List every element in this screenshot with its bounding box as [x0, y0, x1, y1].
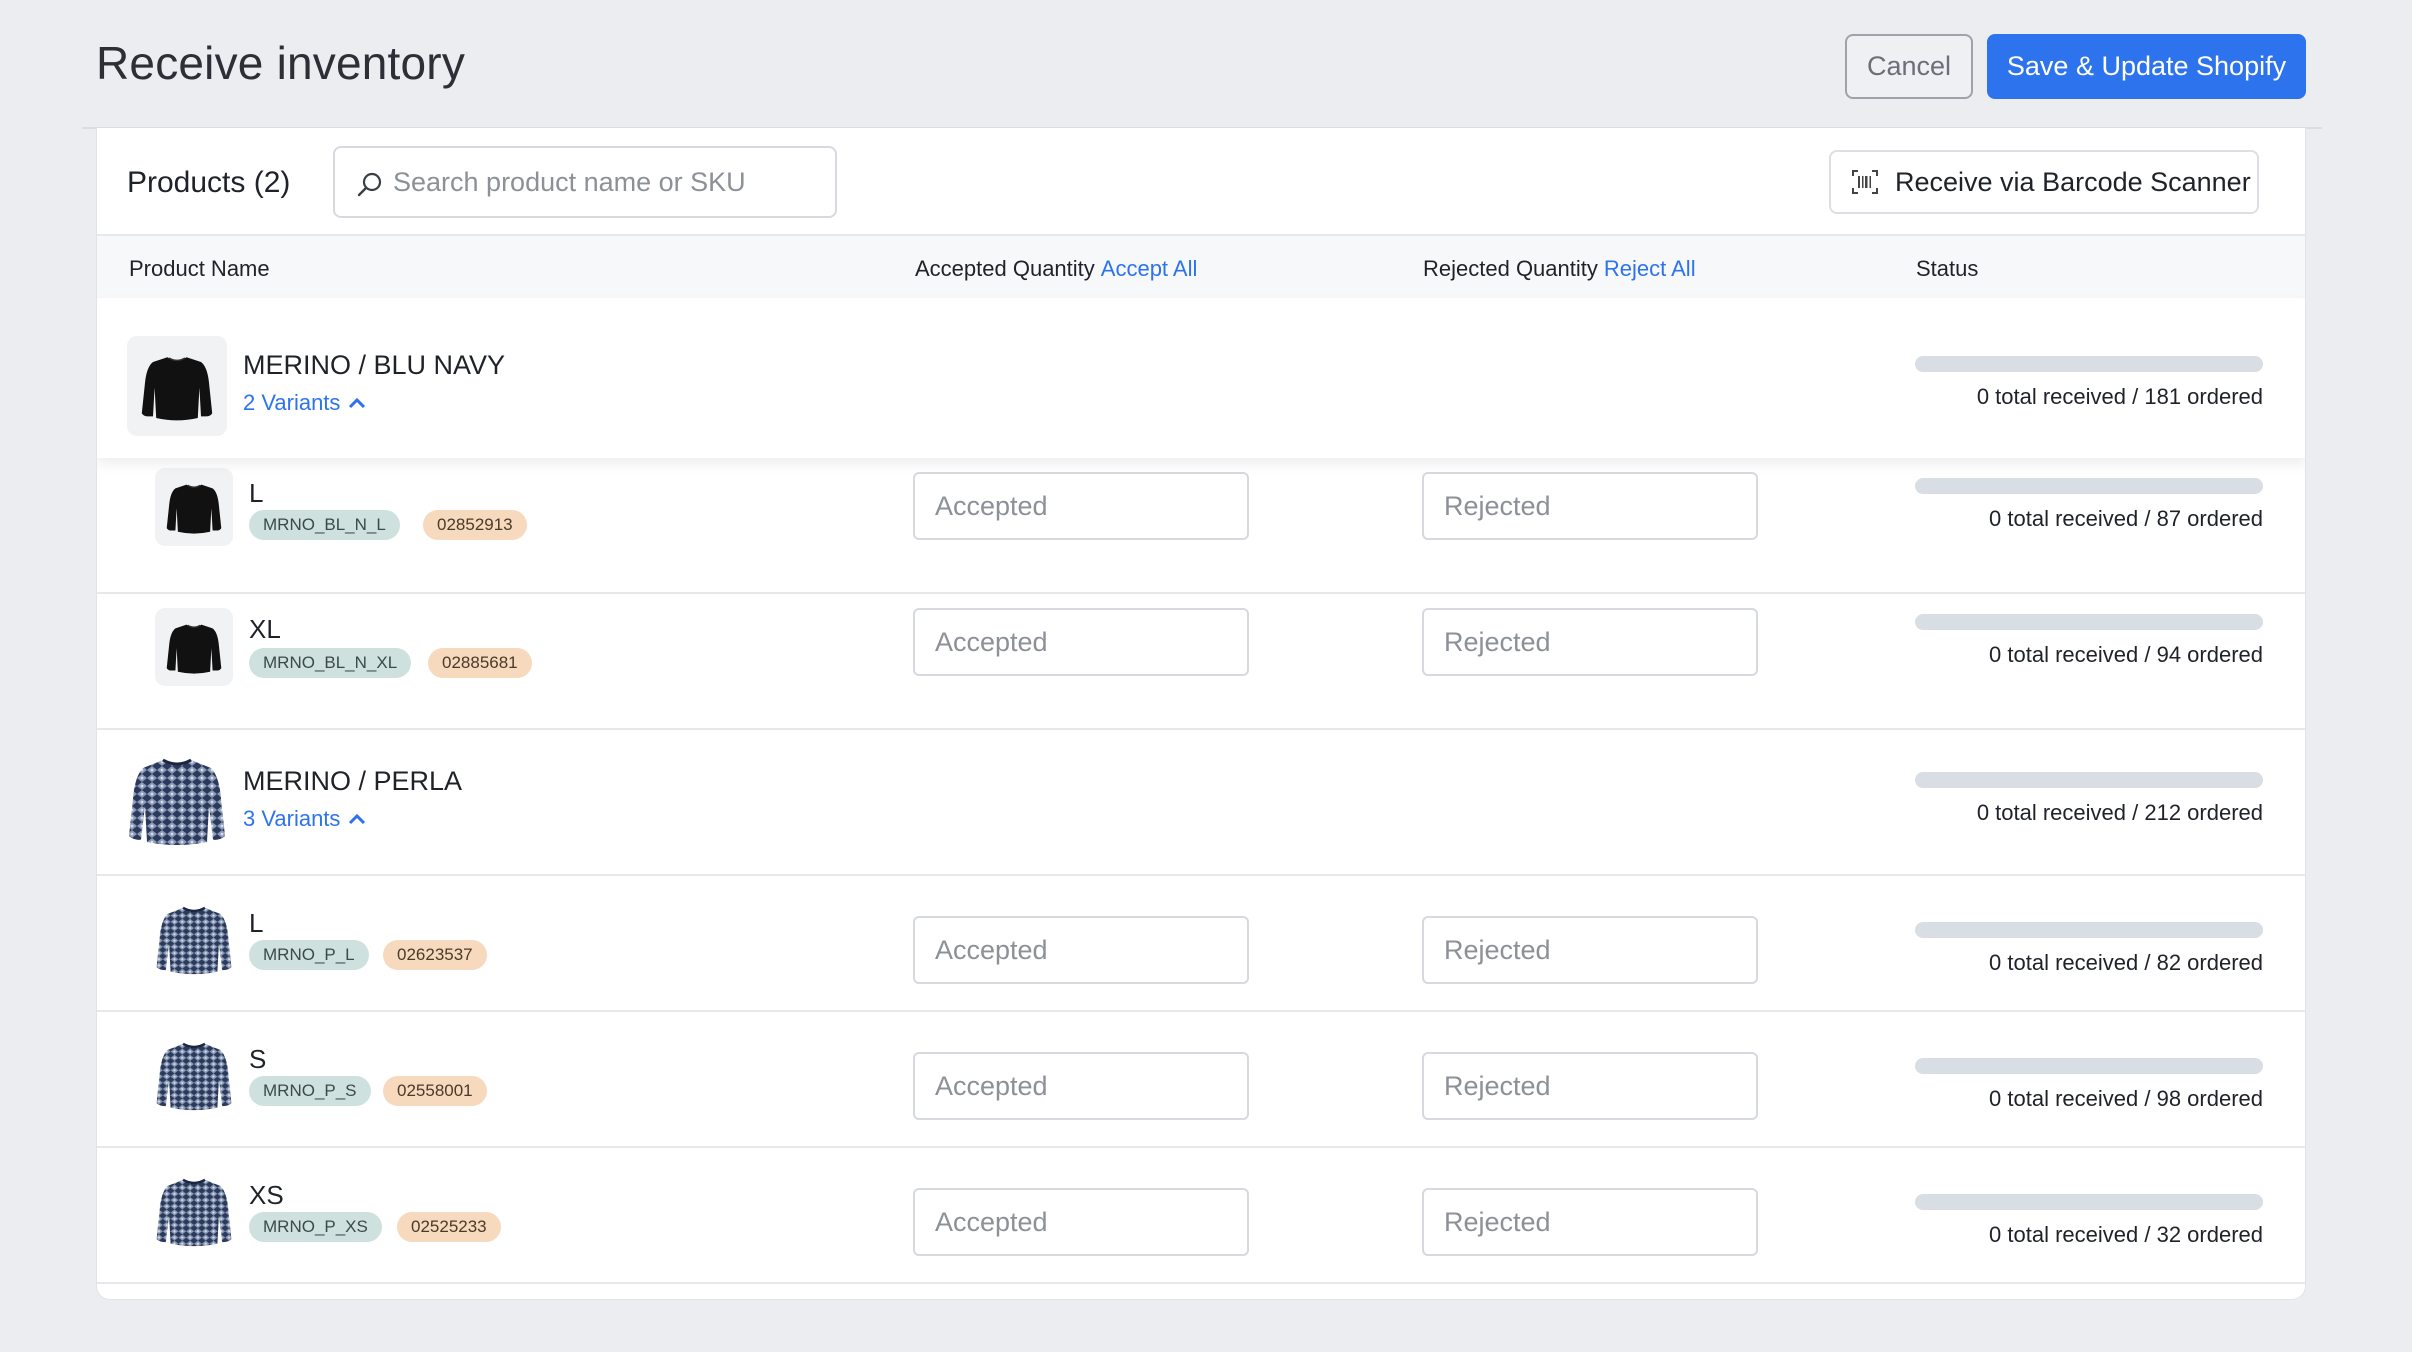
product-row[interactable]: MERINO / BLU NAVY 2 Variants 0 total rec…: [97, 298, 2305, 458]
variants-toggle-label: 2 Variants: [243, 390, 341, 415]
variant-row: L MRNO_BL_N_L 02852913 0 total received …: [97, 458, 2305, 594]
save-update-shopify-button[interactable]: Save & Update Shopify: [1987, 34, 2306, 99]
variant-size: XS: [249, 1180, 284, 1210]
variant-size: L: [249, 478, 264, 508]
search-box[interactable]: [333, 146, 837, 218]
table-header: Product Name Accepted Quantity Accept All…: [97, 236, 2305, 298]
barcode-scanner-icon: [1852, 170, 1878, 194]
barcode-scanner-button[interactable]: Receive via Barcode Scanner: [1829, 150, 2259, 214]
accepted-input[interactable]: [913, 472, 1249, 540]
status-text: 0 total received / 212 ordered: [1976, 800, 2263, 825]
product-name: MERINO / BLU NAVY: [243, 350, 506, 380]
progress-bar: [1915, 1058, 2263, 1074]
product-name: MERINO / PERLA: [243, 766, 463, 796]
variant-row: L MRNO_P_L 02623537 0 total received / 8…: [97, 876, 2305, 1012]
sku-tag: MRNO_BL_N_L: [249, 510, 400, 540]
progress-bar: [1915, 922, 2263, 938]
sku-tag: MRNO_P_S: [249, 1076, 371, 1106]
chevron-up-icon: [349, 397, 366, 409]
variant-row: S MRNO_P_S 02558001 0 total received / 9…: [97, 1012, 2305, 1148]
black-sweater-icon: [127, 336, 227, 436]
products-title: Products (2): [127, 166, 291, 199]
rejected-input[interactable]: [1422, 916, 1758, 984]
products-toolbar: Products (2) Receive via Barcode Scanner: [97, 128, 2305, 236]
status-text: 0 total received / 181 ordered: [1976, 384, 2263, 409]
sku-tag: MRNO_P_L: [249, 940, 369, 970]
status-text: 0 total received / 82 ordered: [1989, 950, 2263, 975]
patterned-sweater-icon: [127, 750, 227, 850]
reject-all-link[interactable]: Reject All: [1604, 256, 1696, 281]
variants-toggle[interactable]: 3 Variants: [243, 806, 366, 832]
patterned-sweater-icon: [155, 1036, 233, 1114]
rejected-input[interactable]: [1422, 1052, 1758, 1120]
variant-size: XL: [249, 614, 281, 644]
status-text: 0 total received / 32 ordered: [1989, 1222, 2263, 1247]
accepted-input[interactable]: [913, 1188, 1249, 1256]
chevron-up-icon: [349, 813, 366, 825]
rejected-quantity-label: Rejected Quantity: [1423, 256, 1598, 281]
black-sweater-icon: [155, 468, 233, 546]
products-card: Products (2) Receive via Barcode Scanner…: [96, 128, 2306, 1300]
progress-bar: [1915, 356, 2263, 372]
accepted-input[interactable]: [913, 608, 1249, 676]
progress-bar: [1915, 1194, 2263, 1210]
rejected-input[interactable]: [1422, 608, 1758, 676]
search-input[interactable]: [393, 148, 823, 216]
status-text: 0 total received / 98 ordered: [1989, 1086, 2263, 1111]
page-header: Receive inventory Cancel Save & Update S…: [0, 0, 2412, 129]
barcode-tag: 02852913: [423, 510, 527, 540]
barcode-tag: 02558001: [383, 1076, 487, 1106]
sku-tag: MRNO_P_XS: [249, 1212, 382, 1242]
black-sweater-icon: [155, 608, 233, 686]
barcode-tag: 02623537: [383, 940, 487, 970]
rejected-input[interactable]: [1422, 1188, 1758, 1256]
variants-toggle[interactable]: 2 Variants: [243, 390, 366, 416]
progress-bar: [1915, 478, 2263, 494]
patterned-sweater-icon: [155, 1172, 233, 1250]
barcode-tag: 02885681: [428, 648, 532, 678]
patterned-sweater-icon: [155, 900, 233, 978]
variant-row: XL MRNO_BL_N_XL 02885681 0 total receive…: [97, 594, 2305, 730]
progress-bar: [1915, 772, 2263, 788]
accepted-input[interactable]: [913, 1052, 1249, 1120]
barcode-scanner-label: Receive via Barcode Scanner: [1895, 166, 2251, 197]
product-row[interactable]: MERINO / PERLA 3 Variants 0 total receiv…: [97, 730, 2305, 876]
sku-tag: MRNO_BL_N_XL: [249, 648, 412, 678]
col-product-name: Product Name: [129, 256, 270, 281]
variants-toggle-label: 3 Variants: [243, 806, 341, 831]
variant-size: S: [249, 1044, 267, 1074]
status-text: 0 total received / 87 ordered: [1989, 506, 2263, 531]
variant-size: L: [249, 908, 264, 938]
rejected-input[interactable]: [1422, 472, 1758, 540]
variant-row: XS MRNO_P_XS 02525233 0 total received /…: [97, 1148, 2305, 1284]
page-title: Receive inventory: [96, 37, 466, 89]
col-accepted-quantity: Accepted Quantity Accept All: [915, 256, 1197, 282]
col-status: Status: [1916, 256, 1979, 281]
accepted-input[interactable]: [913, 916, 1249, 984]
accepted-quantity-label: Accepted Quantity: [915, 256, 1095, 281]
search-icon: [357, 172, 382, 197]
accept-all-link[interactable]: Accept All: [1101, 256, 1198, 281]
progress-bar: [1915, 614, 2263, 630]
barcode-tag: 02525233: [397, 1212, 501, 1242]
col-rejected-quantity: Rejected Quantity Reject All: [1423, 256, 1696, 282]
status-text: 0 total received / 94 ordered: [1989, 642, 2263, 667]
cancel-button[interactable]: Cancel: [1845, 34, 1973, 99]
